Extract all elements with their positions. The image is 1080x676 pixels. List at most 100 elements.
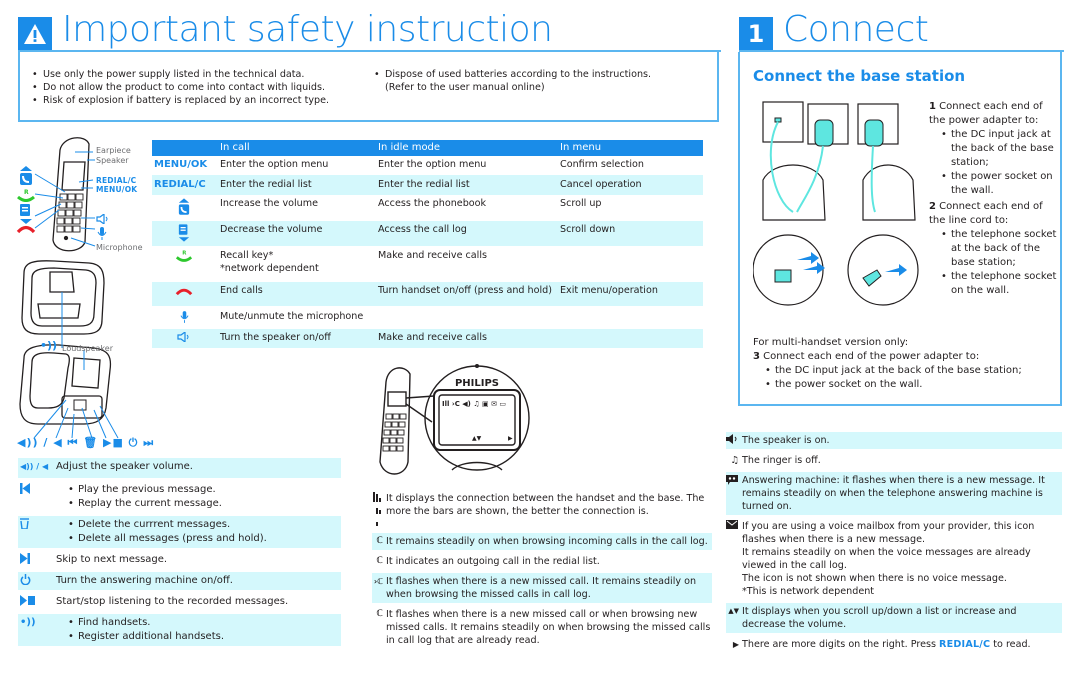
list-item: Answering machine: it flashes when there…	[726, 472, 1062, 515]
list-item: If you are using a voice mailbox from yo…	[726, 518, 1062, 600]
earpiece-label: Earpiece	[96, 146, 131, 155]
list-item: ◀)) / ◀ Adjust the speaker volume.	[18, 458, 341, 478]
step-bullet: the DC input jack at the back of the bas…	[765, 364, 1053, 378]
display-icons-middle: It displays the connection between the h…	[372, 490, 712, 652]
end-call-icon	[16, 225, 36, 234]
safety-bullets-right: Dispose of used batteries according to t…	[374, 68, 674, 94]
in-call-cell: End calls	[220, 285, 263, 296]
table-row: End calls Turn handset on/off (press and…	[152, 282, 703, 306]
in-call-cell: Enter the redial list	[220, 179, 312, 190]
talk-recall-icon: R	[17, 189, 35, 202]
step-bullet: the power socket on the wall.	[941, 170, 1057, 198]
missed-call-icon: ›ℂ	[373, 577, 383, 586]
menu-cell: Confirm selection	[560, 159, 644, 170]
list-item-text: Delete all messages (press and hold).	[68, 532, 341, 546]
list-item-text: Delete the currrent messages.	[68, 518, 341, 532]
scroll-updown-icon: ▲▼	[728, 607, 739, 615]
in-call-cell: Turn the speaker on/off	[220, 332, 331, 343]
list-item-text: Turn the answering machine on/off.	[56, 575, 233, 586]
table-row: Mute/unmute the microphone	[152, 308, 703, 327]
menu-cell: Scroll down	[560, 224, 616, 235]
display-icons-right: The speaker is on. ♫ The ringer is off. …	[726, 432, 1062, 656]
header-cell: In idle mode	[378, 142, 441, 153]
idle-cell: Enter the option menu	[378, 159, 487, 170]
display-illustration: PHILIPS Ill ›C ◀) ♫ ▣ ✉ ▭ ▲▼ ▶	[379, 364, 530, 475]
redial-label: REDIAL/C	[96, 176, 137, 185]
base-keys-legend: ◀)) / ◀ ⏮ 🗑 ▶■ ⏻ ⏭	[17, 436, 155, 449]
call-icon: ℂ	[376, 609, 383, 619]
svg-text:▲▼: ▲▼	[472, 435, 482, 442]
list-item: ▲▼ It displays when you scroll up/down a…	[726, 603, 1062, 633]
list-item-text: Adjust the speaker volume.	[56, 461, 193, 472]
list-item-text: Play the previous message.	[68, 483, 341, 497]
list-item: The speaker is on.	[726, 432, 1062, 449]
base-station-illustration	[19, 260, 119, 439]
safety-bullet: Risk of explosion if battery is replaced…	[32, 94, 362, 107]
outgoing-call-icon: ℂ	[376, 556, 383, 566]
idle-cell: Turn handset on/off (press and hold)	[378, 285, 553, 296]
multi-handset-section: For multi-handset version only: 3 Connec…	[753, 336, 1053, 392]
calllog-down-icon	[20, 204, 32, 224]
play-stop-icon	[18, 595, 56, 609]
list-item: ℂ It remains steadily on when browsing i…	[372, 533, 712, 550]
idle-cell: Access the call log	[378, 224, 467, 235]
menu-cell: Scroll up	[560, 198, 602, 209]
step-bullet: the telephone socket on the wall.	[941, 270, 1057, 298]
idle-cell: Make and receive calls	[378, 250, 488, 261]
table-row: Turn the speaker on/off Make and receive…	[152, 329, 703, 348]
list-item-text: If you are using a voice mailbox from yo…	[742, 521, 1035, 597]
list-item: Delete the currrent messages. Delete all…	[18, 516, 341, 548]
idle-cell: Make and receive calls	[378, 332, 488, 343]
warning-icon	[24, 23, 46, 44]
find-handset-symbol: •))	[40, 339, 58, 352]
step-2: 2 Connect each end of the line cord to: …	[929, 200, 1057, 298]
list-item-text: It flashes when there is a new missed ca…	[386, 576, 697, 600]
safety-bullet: Do not allow the product to come into co…	[32, 81, 362, 94]
table-row: MENU/OK Enter the option menu Enter the …	[152, 156, 703, 173]
menu-cell: Exit menu/operation	[560, 285, 658, 296]
safety-bullet: Dispose of used batteries according to t…	[374, 68, 674, 94]
table-row: REDIAL/C Enter the redial list Enter the…	[152, 175, 703, 195]
connect-number-box: 1	[739, 17, 773, 50]
speaker-label: Speaker	[96, 156, 129, 165]
list-item-text: Replay the current message.	[68, 497, 341, 511]
list-item: It displays the connection between the h…	[372, 490, 712, 530]
idle-cell: Access the phonebook	[378, 198, 487, 209]
table-row: Decrease the volume Access the call log …	[152, 221, 703, 246]
volume-icon: ◀)) / ◀	[20, 462, 49, 471]
list-item: •)) Find handsets. Register additional h…	[18, 614, 341, 646]
in-call-cell: Decrease the volume	[220, 224, 323, 235]
in-call-note: *network dependent	[220, 263, 319, 274]
multi-handset-note: For multi-handset version only:	[753, 337, 909, 348]
list-item-text: It remains steadily on when browsing inc…	[386, 536, 708, 547]
voicemail-icon	[726, 520, 742, 598]
answering-machine-icon	[726, 474, 742, 513]
answering-machine-list: ◀)) / ◀ Adjust the speaker volume. Play …	[18, 458, 341, 649]
calllog-down-icon	[178, 224, 190, 242]
list-item: ♫ The ringer is off.	[726, 452, 1062, 469]
step-text: Connect each end of the power adapter to…	[929, 101, 1043, 126]
speaker-key-icon	[96, 214, 108, 224]
step-bullet: the telephone socket at the back of the …	[941, 228, 1057, 270]
speaker-on-icon	[726, 434, 742, 447]
previous-icon	[18, 483, 56, 511]
header-cell	[152, 140, 216, 156]
list-item-text: Find handsets.	[68, 616, 341, 630]
power-icon	[18, 574, 56, 588]
key-name: MENU/OK	[154, 159, 208, 170]
list-item: Start/stop listening to the recorded mes…	[18, 593, 341, 611]
step-number: 2	[929, 201, 936, 212]
microphone-mute-icon	[180, 311, 188, 323]
redial-key-ref: REDIAL/C	[939, 639, 991, 650]
table-row: Increase the volume Access the phonebook…	[152, 195, 703, 219]
step-bullet: the power socket on the wall.	[765, 378, 1053, 392]
signal-icon	[372, 492, 386, 528]
menu-cell: Cancel operation	[560, 179, 642, 190]
microphone-key-icon	[97, 227, 107, 240]
loudspeaker-label: Loudspeaker	[62, 344, 113, 353]
step-text: Connect each end of the power adapter to…	[763, 351, 980, 362]
end-call-icon	[175, 288, 193, 296]
svg-text:▶: ▶	[508, 435, 513, 442]
connect-box: Connect the base station 1 Connect each …	[738, 52, 1062, 406]
connect-number: 1	[747, 19, 765, 48]
